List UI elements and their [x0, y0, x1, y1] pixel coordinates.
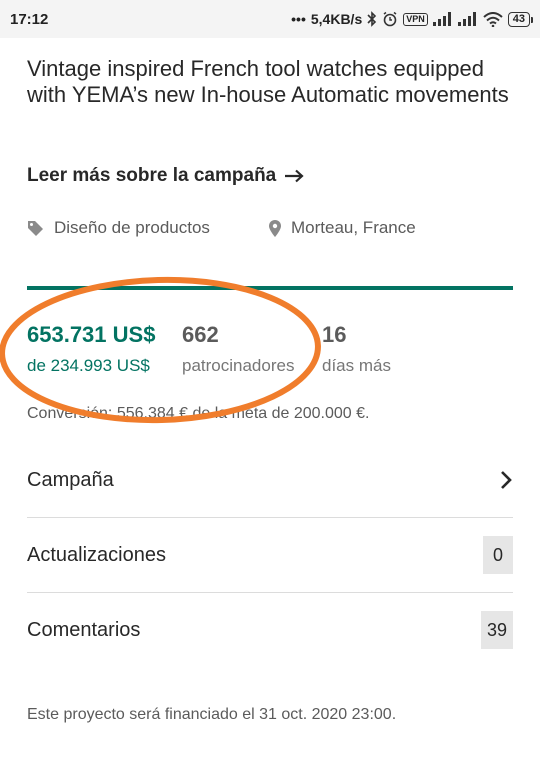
- location-tag[interactable]: Morteau, France: [269, 218, 416, 238]
- arrow-right-icon: [285, 169, 304, 183]
- stat-pledged: 653.731 US$ de 234.993 US$: [27, 320, 155, 378]
- campaign-nav-list: Campaña Actualizaciones 0 Comentarios 39: [27, 443, 513, 667]
- project-title: Vintage inspired French tool watches equ…: [27, 56, 509, 107]
- chevron-right-icon: [501, 471, 512, 489]
- read-more-link[interactable]: Leer más sobre la campaña: [27, 165, 304, 187]
- category-label: Diseño de productos: [54, 218, 210, 237]
- more-dots-icon: •••: [291, 11, 306, 27]
- location-label: Morteau, France: [291, 218, 416, 237]
- read-more-label: Leer más sobre la campaña: [27, 165, 277, 186]
- signal-icon-2: [457, 12, 476, 26]
- funding-progress-fill: [27, 286, 513, 290]
- updates-count-badge: 0: [483, 536, 513, 574]
- days-label: días más: [322, 356, 391, 375]
- pledged-amount: 653.731 US$: [27, 322, 156, 347]
- backers-count: 662: [182, 322, 219, 347]
- nav-row-campaign[interactable]: Campaña: [27, 443, 513, 518]
- category-tag[interactable]: Diseño de productos: [27, 218, 210, 238]
- nav-label-updates: Actualizaciones: [27, 543, 166, 566]
- funding-progress-bar: [27, 286, 513, 290]
- nav-label-comments: Comentarios: [27, 618, 141, 641]
- tag-icon: [28, 220, 43, 236]
- stat-backers: 662 patrocinadores: [182, 320, 294, 378]
- network-speed: 5,4KB/s: [310, 11, 363, 27]
- battery-icon: 43: [507, 11, 534, 27]
- status-icons: ••• 5,4KB/s VPN 43: [291, 11, 534, 27]
- comments-count-badge: 39: [480, 611, 513, 649]
- funding-deadline-note: Este proyecto será financiado el 31 oct.…: [27, 706, 397, 723]
- signal-icon: [432, 12, 451, 26]
- days-count: 16: [322, 322, 347, 347]
- pledged-goal: de 234.993 US$: [27, 356, 150, 375]
- project-meta: Diseño de productos Morteau, France: [27, 218, 520, 244]
- bluetooth-icon: [367, 11, 377, 27]
- stat-days: 16 días más: [322, 320, 391, 378]
- wifi-icon: [483, 11, 503, 27]
- conversion-text: Conversión: 556.384 € de la meta de 200.…: [27, 405, 370, 422]
- nav-row-updates[interactable]: Actualizaciones 0: [27, 518, 513, 593]
- status-bar: 17:12 ••• 5,4KB/s VPN 43: [0, 0, 540, 38]
- nav-label-campaign: Campaña: [27, 468, 114, 491]
- location-pin-icon: [269, 219, 281, 237]
- status-time: 17:12: [10, 10, 49, 28]
- nav-row-comments[interactable]: Comentarios 39: [27, 593, 513, 667]
- alarm-icon: [383, 11, 397, 27]
- backers-label: patrocinadores: [182, 356, 295, 375]
- vpn-indicator: VPN: [403, 12, 428, 26]
